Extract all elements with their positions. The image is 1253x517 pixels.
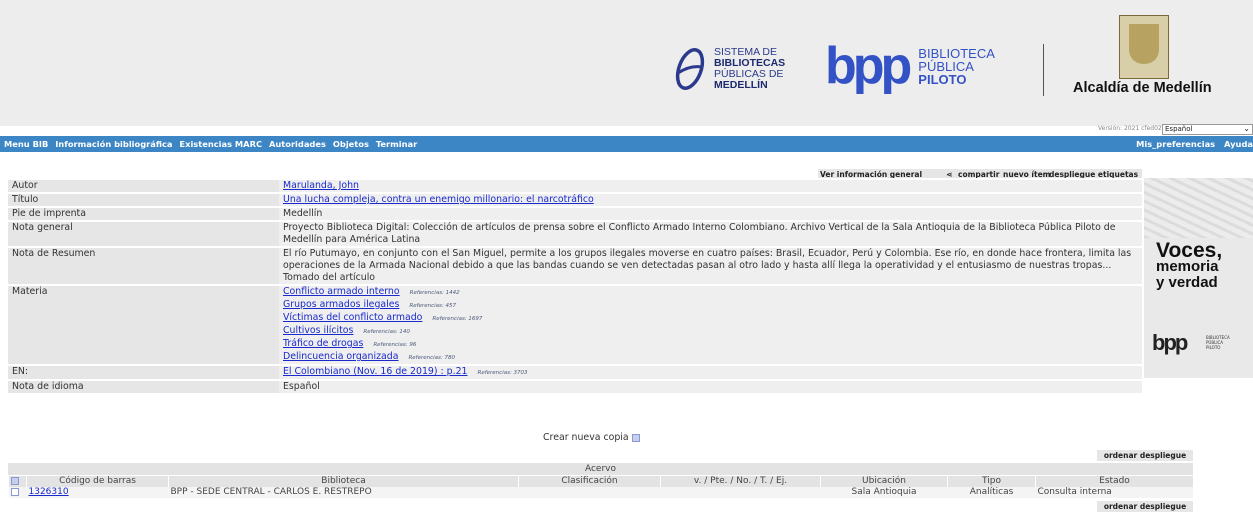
table-row: 1326310 BPP - SEDE CENTRAL - CARLOS E. R…	[8, 487, 1193, 498]
sbp-line4: MEDELLÍN	[714, 79, 768, 91]
record-row-materia: Materia Conflicto armado interno Referenc…	[8, 284, 1142, 365]
cell-biblioteca: BPP - SEDE CENTRAL - CARLOS E. RESTREPO	[168, 487, 519, 498]
materia-refs: Referencias: 1697	[432, 316, 483, 322]
materia-refs: Referencias: 780	[408, 355, 456, 361]
crear-label: Crear nueva copia	[543, 432, 629, 443]
autor-link[interactable]: Marulanda, John	[283, 180, 359, 191]
banner-line2: memoria	[1156, 258, 1219, 275]
banner-line3: y verdad	[1156, 274, 1218, 291]
acervo-header: Acervo	[8, 463, 1193, 475]
copies-header-row: Código de barras Biblioteca Clasificació…	[8, 476, 1193, 487]
sbp-logo[interactable]: SISTEMA DE BIBLIOTECAS PÚBLICAS DE MEDEL…	[672, 43, 785, 95]
materia-link[interactable]: Conflicto armado interno	[283, 286, 400, 297]
materia-refs: Referencias: 140	[363, 329, 410, 335]
medellin-crest-icon	[1119, 15, 1169, 79]
cell-estado: Consulta interna	[1035, 487, 1193, 498]
col-ubicacion: Ubicación	[820, 476, 948, 487]
banner-bpp-logo: bpp	[1152, 330, 1188, 355]
pie-value: Medellín	[279, 206, 1142, 221]
barcode-link[interactable]: 1326310	[29, 487, 69, 497]
col-clasificacion: Clasificación	[518, 476, 661, 487]
record-row-titulo: Título Una lucha compleja, contra un ene…	[8, 192, 1142, 207]
col-tipo: Tipo	[947, 476, 1036, 487]
checkbox-icon	[10, 487, 19, 496]
en-refs: Referencias: 3703	[477, 370, 528, 376]
field-label: Nota de idioma	[8, 379, 279, 393]
cell-clasificacion	[518, 487, 661, 498]
materia-link[interactable]: Delincuencia organizada	[283, 351, 398, 362]
nota-general-value: Proyecto Biblioteca Digital: Colección d…	[279, 220, 1142, 247]
record-row-resumen: Nota de Resumen El río Putumayo, en conj…	[8, 246, 1142, 285]
bpp-line3: PILOTO	[918, 71, 967, 87]
field-label: Pie de imprenta	[8, 206, 279, 221]
row-checkbox[interactable]	[8, 487, 27, 498]
sbp-logo-icon	[675, 48, 705, 90]
side-banner[interactable]: Voces, memoria y verdad bpp BIBLIOTECA P…	[1144, 178, 1253, 378]
col-codigo: Código de barras	[26, 476, 169, 487]
nav-objetos[interactable]: Objetos	[333, 139, 369, 149]
titulo-link[interactable]: Una lucha compleja, contra un enemigo mi…	[283, 194, 594, 205]
materia-refs: Referencias: 96	[373, 342, 417, 348]
bpp-logo-word: bpp	[825, 37, 912, 95]
record-details-table: Autor Marulanda, John Título Una lucha c…	[8, 178, 1142, 393]
record-row-autor: Autor Marulanda, John	[8, 178, 1142, 193]
materia-refs: Referencias: 1442	[409, 290, 460, 296]
nav-autoridades[interactable]: Autoridades	[269, 139, 326, 149]
cell-tipo: Analíticas	[947, 487, 1036, 498]
nav-info-bibliografica[interactable]: Información bibliográfica	[55, 139, 172, 149]
field-label: Autor	[8, 178, 279, 193]
copies-table: Código de barras Biblioteca Clasificació…	[8, 476, 1193, 498]
field-label: Materia	[8, 284, 279, 365]
ordenar-despliegue-button-bottom[interactable]: ordenar despliegue	[1097, 501, 1193, 512]
materia-link[interactable]: Víctimas del conflicto armado	[283, 312, 422, 323]
cell-ubicacion: Sala Antioquia	[820, 487, 948, 498]
cell-volumen	[660, 487, 821, 498]
record-row-pie: Pie de imprenta Medellín	[8, 206, 1142, 221]
materia-link[interactable]: Grupos armados ilegales	[283, 299, 399, 310]
select-all-icon	[11, 476, 19, 485]
nav-mis-preferencias[interactable]: Mis_preferencias	[1136, 139, 1215, 149]
materia-link[interactable]: Tráfico de drogas	[283, 338, 363, 349]
nav-terminar[interactable]: Terminar	[376, 139, 417, 149]
bpp-logo[interactable]: bpp BIBLIOTECA PÚBLICA PILOTO	[825, 37, 995, 95]
col-volumen: v. / Pte. / No. / T. / Ej.	[660, 476, 821, 487]
field-label: Nota general	[8, 220, 279, 247]
field-label: Nota de Resumen	[8, 246, 279, 285]
idioma-value: Español	[279, 379, 1142, 393]
record-row-idioma: Nota de idioma Español	[8, 379, 1142, 393]
col-estado: Estado	[1035, 476, 1193, 487]
en-link[interactable]: El Colombiano (Nov. 16 de 2019) : p.21	[283, 366, 468, 377]
nav-existencias-marc[interactable]: Existencias MARC	[179, 139, 262, 149]
record-row-en: EN: El Colombiano (Nov. 16 de 2019) : p.…	[8, 364, 1142, 380]
bpp-line1: BIBLIOTECA	[918, 45, 995, 61]
record-row-nota-general: Nota general Proyecto Biblioteca Digital…	[8, 220, 1142, 247]
field-label: Título	[8, 192, 279, 207]
field-label: EN:	[8, 364, 279, 380]
nav-menu-bib[interactable]: Menu BIB	[4, 139, 48, 149]
language-select[interactable]: Español	[1162, 124, 1253, 135]
resumen-value: El río Putumayo, en conjunto con el San …	[279, 246, 1142, 285]
crear-copia-checkbox[interactable]	[631, 433, 640, 442]
select-all-checkbox[interactable]	[8, 476, 27, 487]
nav-ayuda[interactable]: Ayuda	[1224, 139, 1253, 149]
materia-refs: Referencias: 457	[409, 303, 456, 309]
site-header: SISTEMA DE BIBLIOTECAS PÚBLICAS DE MEDEL…	[0, 0, 1253, 126]
materia-link[interactable]: Cultivos ilícitos	[283, 325, 353, 336]
col-biblioteca: Biblioteca	[168, 476, 519, 487]
ordenar-despliegue-button[interactable]: ordenar despliegue	[1097, 450, 1193, 461]
header-divider	[1043, 44, 1044, 96]
crear-nueva-copia[interactable]: Crear nueva copia	[543, 432, 640, 443]
banner-sub3: PILOTO	[1206, 345, 1221, 350]
main-nav: Menu BIB Información bibliográfica Exist…	[0, 136, 1253, 152]
alcaldia-logo-text[interactable]: Alcaldía de Medellín	[1073, 80, 1212, 96]
